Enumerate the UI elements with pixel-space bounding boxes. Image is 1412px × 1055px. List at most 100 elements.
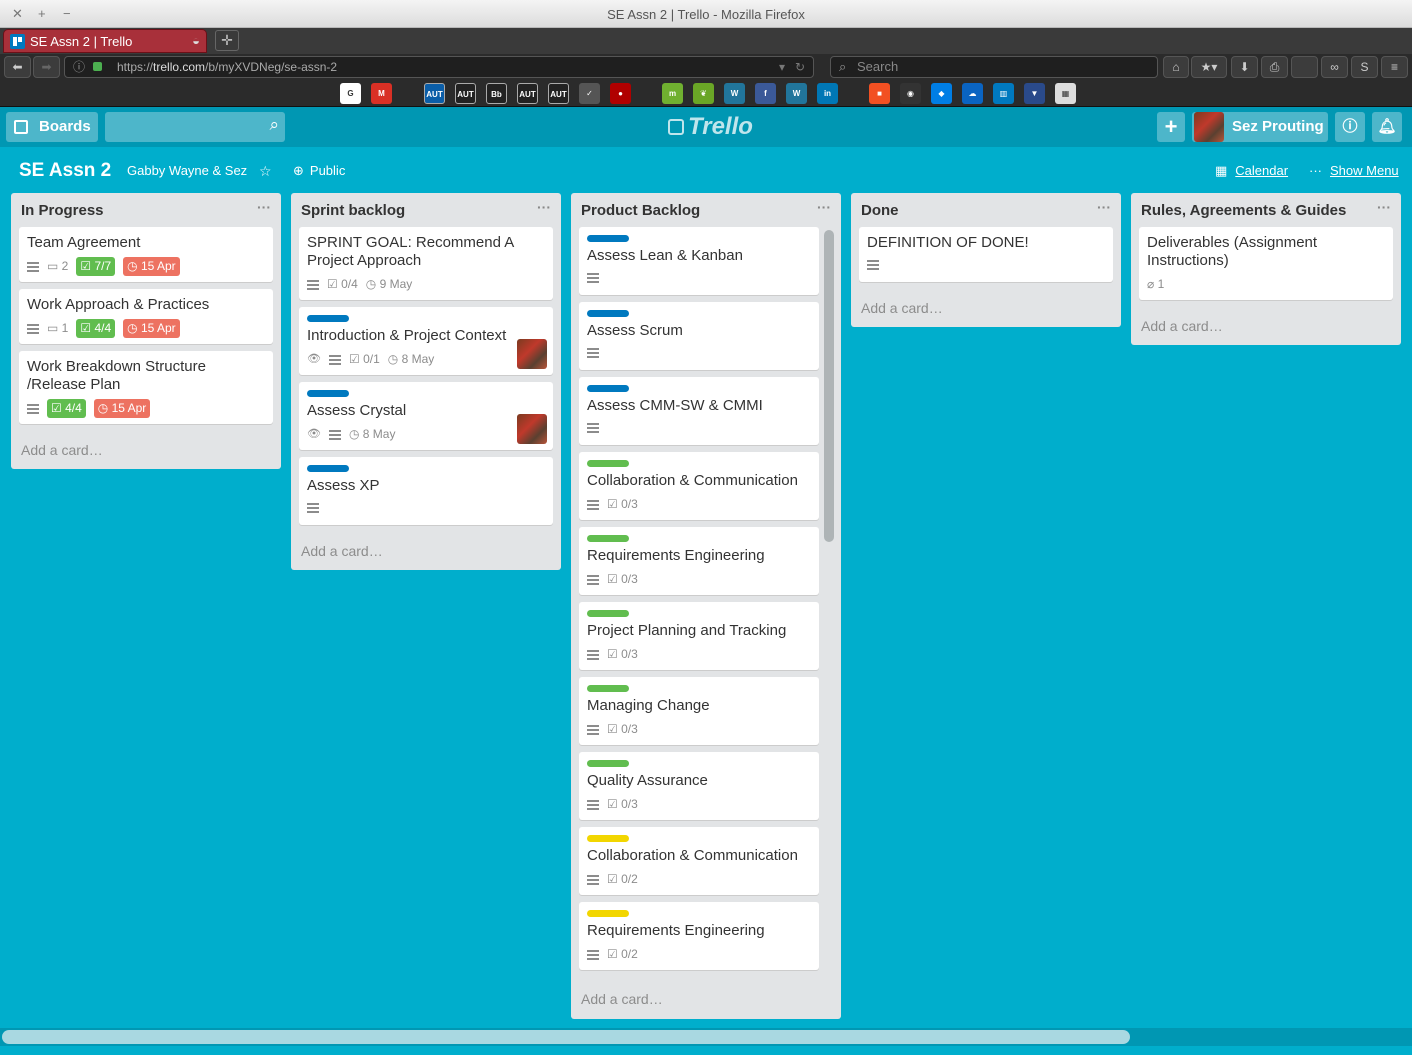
list-header[interactable]: Rules, Agreements & Guides ··· <box>1131 193 1401 227</box>
microsoft-bookmark-icon[interactable]: ■ <box>869 83 890 104</box>
reload-icon[interactable]: ↻ <box>795 57 805 77</box>
notifications-bell-icon[interactable]: 🔔︎ <box>1372 112 1402 142</box>
card[interactable]: Requirements Engineering ☑ 0/2 <box>579 902 819 970</box>
onedrive-bookmark-icon[interactable]: ☁ <box>962 83 983 104</box>
card[interactable]: Requirements Engineering ☑ 0/3 <box>579 527 819 595</box>
bookmark-star-button[interactable]: ★▾ <box>1191 56 1227 78</box>
card[interactable]: Deliverables (Assignment Instructions) ⌀ … <box>1139 227 1393 300</box>
browser-tab[interactable]: SE Assn 2 | Trello ◒ <box>3 29 207 53</box>
visibility-button[interactable]: ⊕ Public <box>293 163 345 179</box>
member-avatar[interactable] <box>517 339 547 369</box>
list-header[interactable]: Product Backlog ··· <box>571 193 841 227</box>
board-horizontal-scrollbar[interactable] <box>0 1028 1412 1046</box>
sync-button[interactable]: S <box>1351 56 1378 78</box>
card[interactable]: Collaboration & Communication ☑ 0/3 <box>579 452 819 520</box>
wordpress-bookmark-1-icon[interactable]: W <box>724 83 745 104</box>
aut-bookmark-2-icon[interactable]: AUT <box>455 83 476 104</box>
new-tab-button[interactable]: ✛ <box>215 30 239 51</box>
card[interactable]: Work Breakdown Structure /Release Plan ☑ … <box>19 351 273 424</box>
card[interactable]: Collaboration & Communication ☑ 0/2 <box>579 827 819 895</box>
aut-bookmark-4-icon[interactable]: AUT <box>548 83 569 104</box>
add-card-button[interactable]: Add a card… <box>571 984 841 1018</box>
wordpress-bookmark-2-icon[interactable]: W <box>786 83 807 104</box>
qr-bookmark-icon[interactable]: ▦ <box>1055 83 1076 104</box>
linkedin-bookmark-icon[interactable]: in <box>817 83 838 104</box>
print-button[interactable]: ⎙ <box>1261 56 1288 78</box>
show-menu-button[interactable]: ··· Show Menu <box>1309 163 1399 178</box>
checklist-count: 0/3 <box>621 647 638 661</box>
add-card-button[interactable]: Add a card… <box>851 289 1121 327</box>
trello-logo[interactable]: Trello <box>668 113 753 141</box>
list-menu-icon[interactable]: ··· <box>817 199 831 215</box>
downloads-button[interactable]: ⬇ <box>1231 56 1258 78</box>
list-menu-icon[interactable]: ··· <box>1377 199 1391 215</box>
dropbox-bookmark-icon[interactable]: ◆ <box>931 83 952 104</box>
calendar-button[interactable]: ▦ Calendar <box>1215 163 1288 179</box>
private-mask-button[interactable]: ∞ <box>1321 56 1348 78</box>
tab-close-icon[interactable]: ◒ <box>192 33 200 48</box>
facebook-bookmark-icon[interactable]: f <box>755 83 776 104</box>
member-avatar[interactable] <box>517 414 547 444</box>
list-scrollbar[interactable] <box>822 228 836 984</box>
info-icon[interactable]: ⓘ <box>73 57 85 77</box>
back-button[interactable]: ⬅ <box>4 56 31 78</box>
blackboard-bookmark-icon[interactable]: Bb <box>486 83 507 104</box>
card[interactable]: Quality Assurance ☑ 0/3 <box>579 752 819 820</box>
url-dropdown-icon[interactable]: ▾ <box>779 57 785 77</box>
extension-button[interactable] <box>1291 56 1318 78</box>
card[interactable]: Assess Crystal 👁︎ ◷ 8 May <box>299 382 553 450</box>
github-bookmark-icon[interactable]: ◉ <box>900 83 921 104</box>
board-search-input[interactable]: ⌕ <box>105 112 285 142</box>
card-title: Requirements Engineering <box>587 922 765 939</box>
card[interactable]: Work Approach & Practices ▭ 1 ☑ 4/4 ◷ 15 Ap… <box>19 289 273 344</box>
list-menu-icon[interactable]: ··· <box>537 199 551 215</box>
gmail-bookmark-icon[interactable]: M <box>371 83 392 104</box>
add-button[interactable]: + <box>1157 112 1185 142</box>
card[interactable]: Project Planning and Tracking ☑ 0/3 <box>579 602 819 670</box>
info-button[interactable]: ⓘ <box>1335 112 1365 142</box>
shield-bookmark-icon[interactable]: ▼ <box>1024 83 1045 104</box>
description-icon <box>27 261 39 272</box>
leaf-bookmark-icon[interactable]: ❦ <box>693 83 714 104</box>
pocket-bookmark-icon[interactable]: ✓ <box>579 83 600 104</box>
member-menu-button[interactable]: Sez Prouting <box>1192 112 1328 142</box>
card[interactable]: DEFINITION OF DONE! <box>859 227 1113 282</box>
add-card-button[interactable]: Add a card… <box>1131 307 1401 345</box>
list-menu-icon[interactable]: ··· <box>1097 199 1111 215</box>
list-menu-icon[interactable]: ··· <box>257 199 271 215</box>
url-bar[interactable]: ⓘ https://trello.com/b/myXVDNeg/se-assn-… <box>64 56 814 78</box>
description-icon <box>328 354 341 365</box>
card[interactable]: Introduction & Project Context 👁︎ ☑ 0/1 ◷ 8… <box>299 307 553 375</box>
card[interactable]: Assess Scrum <box>579 302 819 370</box>
boards-button[interactable]: Boards <box>6 112 98 142</box>
checklist-badge: ☑ 0/4 <box>327 275 358 294</box>
board-title[interactable]: SE Assn 2 <box>19 160 111 182</box>
star-board-icon[interactable]: ☆ <box>259 163 272 180</box>
due-date-badge: ◷ 9 May <box>366 275 413 294</box>
list-header[interactable]: Done ··· <box>851 193 1121 227</box>
list-header[interactable]: Sprint backlog ··· <box>291 193 561 227</box>
card[interactable]: Managing Change ☑ 0/3 <box>579 677 819 745</box>
trello-bookmark-icon[interactable]: ▥ <box>993 83 1014 104</box>
due-date: 15 Apr <box>111 401 147 415</box>
search-bar[interactable]: ⌕ Search <box>830 56 1158 78</box>
add-card-button[interactable]: Add a card… <box>291 532 561 570</box>
menu-button[interactable]: ≡ <box>1381 56 1408 78</box>
forward-button[interactable]: ➡ <box>33 56 60 78</box>
dark-bookmark-icon[interactable]: ● <box>610 83 631 104</box>
board-team-name[interactable]: Gabby Wayne & Sez <box>127 163 247 178</box>
card[interactable]: Assess CMM-SW & CMMI <box>579 377 819 445</box>
aut-bookmark-1-icon[interactable]: AUT <box>424 83 445 104</box>
list-header[interactable]: In Progress ··· <box>11 193 281 227</box>
card[interactable]: Assess XP <box>299 457 553 525</box>
aut-bookmark-3-icon[interactable]: AUT <box>517 83 538 104</box>
google-bookmark-icon[interactable]: G <box>340 83 361 104</box>
mint-bookmark-icon[interactable]: m <box>662 83 683 104</box>
home-button[interactable]: ⌂ <box>1163 56 1189 78</box>
add-card-button[interactable]: Add a card… <box>11 431 281 469</box>
card[interactable]: Team Agreement ▭ 2 ☑ 7/7 ◷ 15 Apr <box>19 227 273 282</box>
card[interactable]: SPRINT GOAL: Recommend A Project Approac… <box>299 227 553 300</box>
list-scrollbar-thumb[interactable] <box>824 230 834 542</box>
board-horizontal-scrollbar-thumb[interactable] <box>2 1030 1130 1044</box>
card[interactable]: Assess Lean & Kanban <box>579 227 819 295</box>
